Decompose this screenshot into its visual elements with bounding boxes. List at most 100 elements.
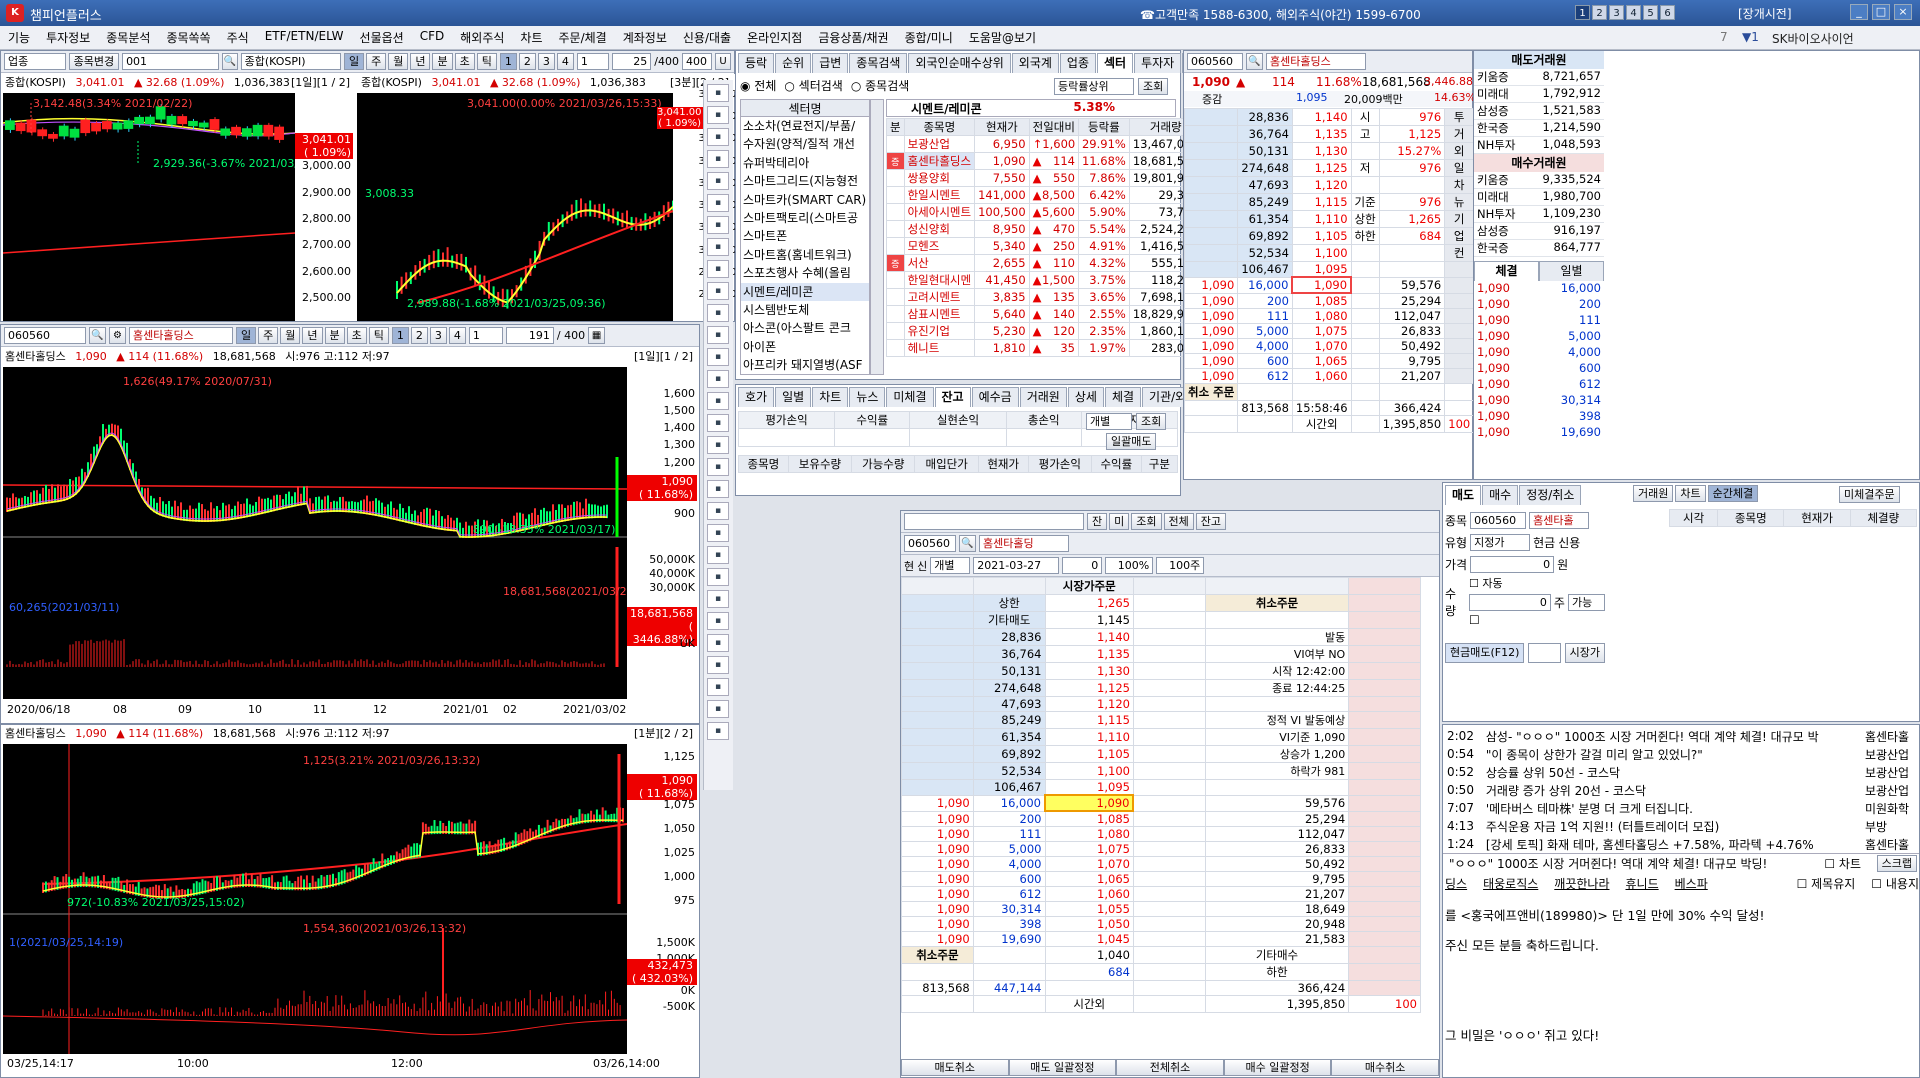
bid-row[interactable]: 1,090 16,000 1,090 59,576	[901, 794, 1421, 812]
account-tab-7[interactable]: 거래원	[1019, 387, 1067, 407]
stock-name[interactable]: 헤니트	[903, 339, 976, 357]
interval-1[interactable]: 1	[391, 327, 409, 344]
search-icon[interactable]: 🔍	[959, 535, 976, 552]
stock-daily-chart[interactable]: 1,626(49.17% 2020/07/31) 890(-18.35% 2021…	[3, 367, 627, 699]
radio-credit[interactable]: 신용	[1558, 534, 1580, 551]
search-icon[interactable]: 🔍	[89, 327, 106, 344]
news-row[interactable]: 0:52 상승률 상위 50선 - 코스닥 보광산업	[1443, 763, 1919, 781]
order-form-tabs[interactable]: 매도 매수 정정/취소	[1445, 485, 1582, 505]
mode-select[interactable]: 개별	[1086, 413, 1132, 430]
chart-tool-icon[interactable]: ▪	[707, 238, 729, 256]
quote-ask-row[interactable]: 28,836 1,140 시 976 투	[1183, 108, 1475, 126]
quote-bid-row[interactable]: 1,090 200 1,085 25,294	[1183, 292, 1475, 309]
interval-3[interactable]: 3	[537, 53, 555, 70]
order-right-tab-1[interactable]: 차트	[1675, 485, 1706, 502]
bid-row[interactable]: 1,090 600 1,065 9,795	[901, 871, 1421, 887]
order-buttons[interactable]: 잔 미 조회 전체 잔고	[1087, 513, 1226, 530]
kospi-minute-chart[interactable]: 3,041.00(0.00% 2021/03/26,15:33) 2,989.88…	[357, 93, 673, 321]
page-tab-2[interactable]: 2	[1592, 5, 1607, 20]
quote-ask-row[interactable]: 106,467 1,095	[1183, 261, 1475, 278]
query-button[interactable]: 조회	[1138, 78, 1169, 95]
trade-tab-1[interactable]: 일별	[1539, 261, 1604, 281]
news-row[interactable]: 7:07 '메타버스 테마株' 분명 더 크게 터집니다. 미원화학	[1443, 799, 1919, 817]
quote-bid-row[interactable]: 1,090 16,000 1,090 59,576	[1183, 276, 1475, 294]
account-tab-6[interactable]: 예수금	[971, 387, 1019, 407]
sector-row[interactable]: 헤니트 1,810 ▲ 35 1.97% 283,027	[886, 339, 1203, 357]
period-5[interactable]: 초	[454, 53, 475, 70]
interval-buttons[interactable]: 1234	[499, 53, 574, 70]
page-tab-4[interactable]: 4	[1626, 5, 1641, 20]
chart-tool-icon[interactable]: ▪	[707, 282, 729, 300]
sector-list-item[interactable]: 아프리카 돼지열병(ASF	[741, 356, 869, 374]
chart-tool-icon[interactable]: ▪	[707, 348, 729, 366]
index-type-select[interactable]: 업종	[4, 53, 66, 70]
order-form-code[interactable]: 060560	[1470, 511, 1527, 529]
menu-item-14[interactable]: 금융상품/채권	[810, 29, 896, 46]
period-buttons[interactable]: 일주월년분초틱	[343, 53, 497, 70]
order-type-select[interactable]: 지정가	[1470, 533, 1531, 551]
menu-item-16[interactable]: 도움말@보기	[961, 29, 1044, 46]
chart-tool-icon[interactable]: ▪	[707, 458, 729, 476]
chart-tool-icon[interactable]: ▪	[707, 304, 729, 322]
ask-row[interactable]: 36,764 1,135 VI여부 NO	[901, 645, 1421, 663]
stock-name[interactable]: 홈센타홀딩스	[903, 152, 976, 170]
order-footer-3[interactable]: 매수 일괄정정	[1223, 1059, 1332, 1076]
sector-list-item[interactable]: 슈퍼박테리아	[741, 154, 869, 172]
period-2[interactable]: 월	[388, 53, 409, 70]
quote-ask-row[interactable]: 52,534 1,100 컨	[1183, 244, 1475, 262]
related-link[interactable]: 태웅로직스	[1483, 875, 1538, 893]
order-footer-1[interactable]: 매도 일괄정정	[1008, 1059, 1117, 1076]
ask-row[interactable]: 50,131 1,130 시작 12:42:00	[901, 662, 1421, 680]
menu-item-5[interactable]: ETF/ETN/ELW	[257, 29, 352, 46]
screen-page-tabs[interactable]: 123456	[1575, 5, 1675, 20]
settings-icon[interactable]: ▦	[588, 327, 606, 344]
price-input[interactable]: 0	[1470, 555, 1555, 573]
sector-row[interactable]: 아세아시멘트 100,500 ▲ 5,600 5.90% 73,727	[886, 203, 1203, 221]
sector-row[interactable]: 성신양회 8,950 ▲ 470 5.54% 2,524,272	[886, 220, 1203, 238]
tab-7[interactable]: 섹터	[1097, 53, 1134, 73]
stock-name[interactable]: 아세아시멘트	[903, 203, 976, 221]
quote-total-row[interactable]: 813,568 15:58:46 366,424	[1183, 400, 1475, 416]
news-ticker[interactable]: "ㅇㅇㅇ" 1000조 시장 거머쥔다! 역대 계약 체결! 대규모 박딩! ☐…	[1443, 853, 1919, 873]
tab-0[interactable]: 등락	[738, 53, 775, 73]
interval-2[interactable]: 2	[410, 327, 428, 344]
market-order-row[interactable]: 시장가주문	[901, 577, 1421, 595]
menu-item-12[interactable]: 신용/대출	[675, 29, 739, 46]
stock-name[interactable]: 쌍용양회	[903, 169, 976, 187]
period-buttons[interactable]: 일주월년분초틱	[236, 327, 389, 344]
menu-item-2[interactable]: 종목분석	[98, 29, 158, 46]
related-link[interactable]: 깨끗한나라	[1554, 875, 1609, 893]
ask-row[interactable]: 28,836 1,140 발동	[901, 628, 1421, 646]
count-max-input[interactable]: 400	[681, 53, 713, 70]
after-hours-row[interactable]: 시간외 1,395,850 100	[901, 995, 1421, 1013]
menu-item-6[interactable]: 선물옵션	[352, 29, 412, 46]
ask-row[interactable]: 52,534 1,100 하락가 981	[901, 762, 1421, 780]
period-3[interactable]: 년	[302, 327, 323, 344]
sector-list-scrollbar[interactable]	[870, 99, 884, 375]
period-4[interactable]: 분	[324, 327, 345, 344]
chart-tool-icon[interactable]: ▪	[707, 370, 729, 388]
chart-tool-icon[interactable]: ▪	[707, 414, 729, 432]
stock-name[interactable]: 모헨즈	[903, 237, 976, 255]
account-tab-4[interactable]: 미체결	[886, 387, 934, 407]
page-tab-5[interactable]: 5	[1643, 5, 1658, 20]
chart-tool-icon[interactable]: ▪	[707, 150, 729, 168]
sector-list-item[interactable]: 아스콘(아스팔트 콘크	[741, 319, 869, 337]
pin-icon[interactable]: U	[715, 53, 731, 70]
chart-tool-icon[interactable]: ▪	[707, 590, 729, 608]
account-tab-8[interactable]: 상세	[1067, 387, 1104, 407]
news-row[interactable]: 0:54 "이 종목이 상한가 갈걸 미리 알고 있었니?" 보광산업	[1443, 745, 1919, 763]
bid-row[interactable]: 1,090 5,000 1,075 26,833	[901, 841, 1421, 857]
etc-sell-row[interactable]: 기타매도 1,145	[901, 611, 1421, 629]
period-1[interactable]: 주	[366, 53, 387, 70]
order-right-tab-0[interactable]: 거래원	[1633, 485, 1674, 502]
change-item-button[interactable]: 종목변경	[68, 53, 120, 70]
tab-8[interactable]: 투자자	[1134, 53, 1182, 73]
order-right-tab-2[interactable]: 순간체결	[1707, 485, 1759, 502]
promo-text[interactable]: SK바이오사이언	[1772, 30, 1854, 47]
pct-input[interactable]: 100%	[1105, 557, 1154, 574]
qty-input[interactable]: 0	[1062, 557, 1103, 574]
link-icon[interactable]: ⚙	[109, 327, 126, 344]
chart-tool-icon[interactable]: ▪	[707, 436, 729, 454]
bid-row[interactable]: 1,090 398 1,050 20,948	[901, 916, 1421, 932]
